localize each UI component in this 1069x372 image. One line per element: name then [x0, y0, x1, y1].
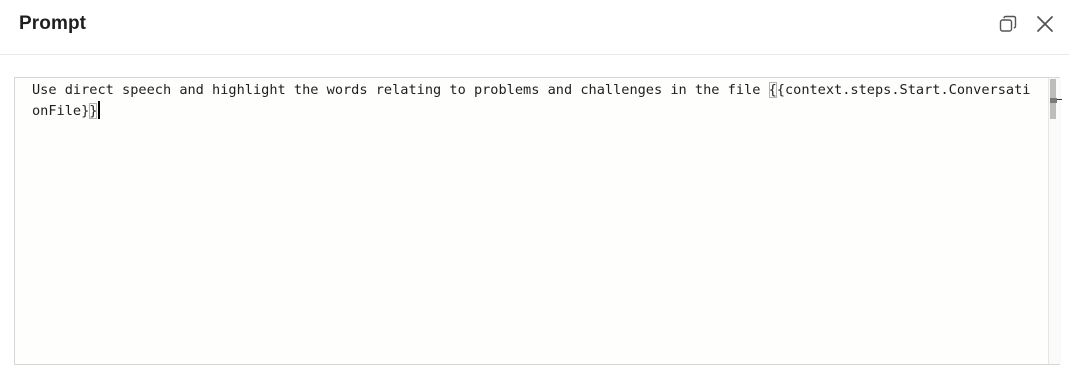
prompt-dialog: Prompt Use direct speech and highlight t…	[0, 0, 1069, 372]
prompt-editor[interactable]: Use direct speech and highlight the word…	[14, 77, 1062, 365]
restore-window-button[interactable]	[996, 12, 1020, 36]
cursor-position-marker	[1050, 98, 1057, 103]
text-cursor	[98, 101, 101, 119]
matched-brace-open: {	[768, 82, 777, 98]
dialog-header: Prompt	[0, 0, 1069, 55]
dialog-title: Prompt	[19, 13, 87, 34]
restore-window-icon	[999, 15, 1017, 32]
vertical-scrollbar[interactable]	[1048, 78, 1062, 364]
prompt-text-plain: Use direct speech and highlight the word…	[32, 82, 769, 98]
overview-ruler-tick	[1057, 99, 1062, 100]
matched-brace-close: }	[89, 103, 98, 119]
close-button[interactable]	[1033, 12, 1057, 36]
prompt-text[interactable]: Use direct speech and highlight the word…	[32, 80, 1032, 122]
close-icon	[1037, 16, 1053, 32]
